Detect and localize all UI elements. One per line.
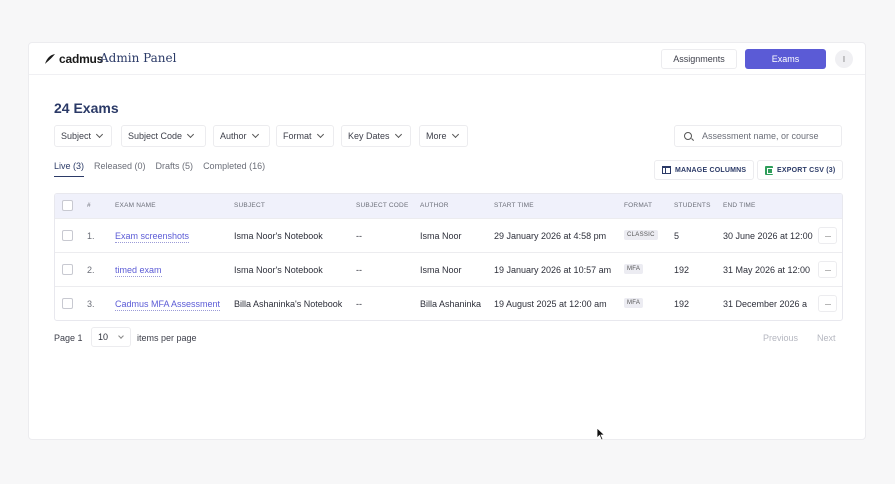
next-page-button[interactable]: Next <box>817 333 836 343</box>
filter-label: Key Dates <box>348 131 390 141</box>
end-time-cell: 31 May 2026 at 12:00 <box>723 265 811 275</box>
row-number: 1. <box>87 231 95 241</box>
row-checkbox[interactable] <box>62 298 73 309</box>
avatar[interactable]: I <box>835 50 853 68</box>
format-badge: MFA <box>624 298 644 308</box>
exam-name-link[interactable]: Exam screenshots <box>115 231 190 243</box>
subject-cell: Isma Noor's Notebook <box>234 231 323 241</box>
column-header[interactable]: START TIME <box>494 202 534 209</box>
export-csv-button[interactable]: EXPORT CSV (3) <box>757 160 844 180</box>
format-badge: CLASSIC <box>624 230 658 240</box>
select-all-checkbox[interactable] <box>62 200 73 211</box>
table-row[interactable]: 3. Cadmus MFA Assessment Billa Ashaninka… <box>55 286 842 320</box>
per-page-value: 10 <box>98 332 109 342</box>
nav-exams-button[interactable]: Exams <box>745 49 826 69</box>
feather-icon <box>45 54 55 64</box>
status-tabs: Live (3) Released (0) Drafts (5) Complet… <box>54 161 265 177</box>
start-time-cell: 19 August 2025 at 12:00 am <box>494 299 607 309</box>
column-header[interactable]: SUBJECT CODE <box>356 202 408 209</box>
manage-columns-button[interactable]: MANAGE COLUMNS <box>654 160 755 180</box>
author-cell: Billa Ashaninka <box>420 299 482 309</box>
filter-more[interactable]: More <box>419 125 468 147</box>
column-header[interactable]: STUDENTS <box>674 202 711 209</box>
end-time-cell: 30 June 2026 at 12:00 <box>723 231 813 241</box>
row-number: 3. <box>87 299 95 309</box>
chevron-down-icon <box>251 130 259 139</box>
row-more-button[interactable]: ··· <box>818 295 837 312</box>
column-header[interactable]: SUBJECT <box>234 202 265 209</box>
page-indicator: Page 1 <box>54 333 83 343</box>
filter-label: Subject <box>61 131 92 141</box>
filter-label: Subject Code <box>128 131 183 141</box>
filter-key-dates[interactable]: Key Dates <box>341 125 411 147</box>
page-title: 24 Exams <box>54 100 119 116</box>
search-input[interactable] <box>702 131 837 141</box>
filter-label: Format <box>283 131 312 141</box>
mouse-cursor-icon <box>596 427 606 441</box>
author-cell: Isma Noor <box>420 231 462 241</box>
students-cell: 5 <box>674 231 680 241</box>
filter-label: More <box>426 131 447 141</box>
subject-cell: Isma Noor's Notebook <box>234 265 323 275</box>
subject-code-cell: -- <box>356 231 362 241</box>
subject-code-cell: -- <box>356 299 362 309</box>
format-badge: MFA <box>624 264 644 274</box>
column-header: # <box>87 202 91 209</box>
row-more-button[interactable]: ··· <box>818 261 837 278</box>
per-page-label: items per page <box>137 333 197 343</box>
start-time-cell: 19 January 2026 at 10:57 am <box>494 265 612 275</box>
spreadsheet-icon <box>765 165 773 175</box>
tab-drafts[interactable]: Drafts (5) <box>156 161 194 177</box>
row-checkbox[interactable] <box>62 264 73 275</box>
table-row[interactable]: 1. Exam screenshots Isma Noor's Notebook… <box>55 218 842 252</box>
chevron-down-icon <box>118 333 124 339</box>
chevron-down-icon <box>316 130 324 139</box>
chevron-down-icon <box>95 130 104 139</box>
start-time-cell: 29 January 2026 at 4:58 pm <box>494 231 607 241</box>
column-header[interactable]: FORMAT <box>624 202 652 209</box>
top-bar: cadmus Admin Panel Assignments Exams I <box>29 43 865 75</box>
chevron-down-icon <box>394 130 402 139</box>
subject-cell: Billa Ashaninka's Notebook <box>234 299 343 309</box>
tab-released[interactable]: Released (0) <box>94 161 146 177</box>
previous-page-button[interactable]: Previous <box>763 333 798 343</box>
end-time-cell: 31 December 2026 a <box>723 299 808 309</box>
exam-name-link[interactable]: timed exam <box>115 265 162 277</box>
logo-text: cadmus <box>59 52 104 66</box>
column-header[interactable]: AUTHOR <box>420 202 449 209</box>
chevron-down-icon <box>451 130 459 139</box>
per-page-select[interactable]: 10 <box>91 327 131 347</box>
filter-author[interactable]: Author <box>213 125 270 147</box>
column-header[interactable]: EXAM NAME <box>115 202 156 209</box>
search-box <box>674 125 842 147</box>
table-row[interactable]: 2. timed exam Isma Noor's Notebook -- Is… <box>55 252 842 286</box>
search-icon <box>684 132 692 140</box>
columns-icon <box>662 166 671 174</box>
manage-columns-label: MANAGE COLUMNS <box>675 166 747 174</box>
filter-subject[interactable]: Subject <box>54 125 112 147</box>
nav-assignments-button[interactable]: Assignments <box>661 49 737 69</box>
row-checkbox[interactable] <box>62 230 73 241</box>
admin-window: cadmus Admin Panel Assignments Exams I 2… <box>28 42 866 440</box>
filter-label: Author <box>220 131 247 141</box>
students-cell: 192 <box>674 265 690 275</box>
author-cell: Isma Noor <box>420 265 462 275</box>
subject-code-cell: -- <box>356 265 362 275</box>
exam-name-link[interactable]: Cadmus MFA Assessment <box>115 299 221 311</box>
row-number: 2. <box>87 265 95 275</box>
filter-subject-code[interactable]: Subject Code <box>121 125 206 147</box>
chevron-down-icon <box>187 130 195 139</box>
cadmus-logo[interactable]: cadmus <box>44 52 103 66</box>
tab-live[interactable]: Live (3) <box>54 161 85 177</box>
export-csv-label: EXPORT CSV (3) <box>777 166 836 174</box>
row-more-button[interactable]: ··· <box>818 227 837 244</box>
panel-title: Admin Panel <box>100 51 177 65</box>
exams-table: # EXAM NAME SUBJECT SUBJECT CODE AUTHOR … <box>54 193 843 321</box>
column-header[interactable]: END TIME <box>723 202 756 209</box>
table-header: # EXAM NAME SUBJECT SUBJECT CODE AUTHOR … <box>55 194 842 218</box>
filter-format[interactable]: Format <box>276 125 334 147</box>
students-cell: 192 <box>674 299 690 309</box>
tab-completed[interactable]: Completed (16) <box>203 161 265 177</box>
